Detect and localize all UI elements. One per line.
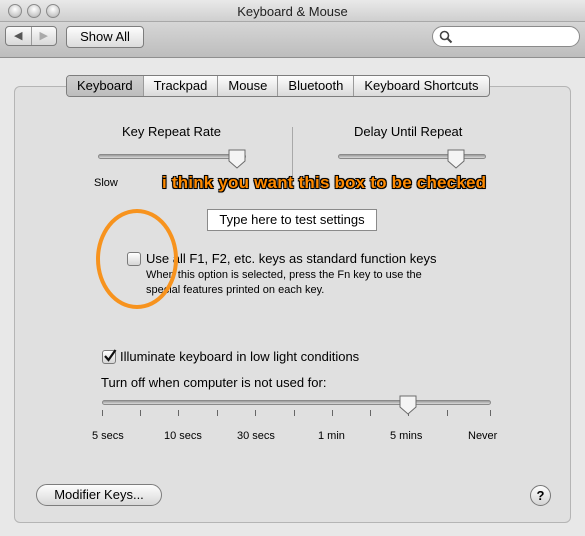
tab-keyboard-shortcuts[interactable]: Keyboard Shortcuts <box>353 76 488 96</box>
key-repeat-rate-label: Key Repeat Rate <box>122 124 222 139</box>
test-settings-field[interactable]: Type here to test settings <box>207 209 377 231</box>
tab-trackpad[interactable]: Trackpad <box>142 76 218 96</box>
annotation-circle <box>96 209 178 309</box>
forward-arrow-icon[interactable]: ▶ <box>30 27 57 45</box>
delay-until-repeat-slider-thumb[interactable] <box>447 149 465 169</box>
show-all-button[interactable]: Show All <box>66 26 144 48</box>
delay-until-repeat-label: Delay Until Repeat <box>354 124 463 139</box>
toolbar: ◀ ▶ Show All <box>0 22 585 58</box>
tick-label-never: Never <box>468 430 498 442</box>
modifier-keys-button[interactable]: Modifier Keys... <box>36 484 162 506</box>
tick-label-5-mins: 5 mins <box>390 430 423 442</box>
tick-label-1-min: 1 min <box>318 430 345 442</box>
annotation-text: i think you want this box to be checked <box>162 173 487 192</box>
illuminate-label: Illuminate keyboard in low light conditi… <box>120 349 360 364</box>
tick-label-30-secs: 30 secs <box>237 430 275 442</box>
search-field[interactable] <box>432 26 580 47</box>
illuminate-checkbox[interactable] <box>102 349 117 364</box>
title-bar: Keyboard & Mouse <box>0 0 585 22</box>
function-keys-description-line1: When this option is selected, press the … <box>146 269 422 281</box>
back-arrow-icon[interactable]: ◀ <box>6 27 31 45</box>
slider-divider <box>292 127 293 177</box>
turn-off-ticks <box>102 410 491 416</box>
turn-off-slider[interactable] <box>102 400 491 405</box>
function-keys-label: Use all F1, F2, etc. keys as standard fu… <box>146 251 437 266</box>
slow-label: Slow <box>94 177 118 189</box>
checkmark-icon <box>104 349 117 362</box>
tab-bluetooth[interactable]: Bluetooth <box>277 76 353 96</box>
function-keys-description-line2: special features printed on each key. <box>146 284 325 296</box>
back-forward-control[interactable]: ◀ ▶ <box>5 26 57 46</box>
tab-keyboard[interactable]: Keyboard <box>67 76 143 96</box>
window-title: Keyboard & Mouse <box>237 4 348 19</box>
tick-label-10-secs: 10 secs <box>164 430 202 442</box>
tab-bar: Keyboard Trackpad Mouse Bluetooth Keyboa… <box>66 75 490 97</box>
help-button[interactable]: ? <box>530 485 551 506</box>
key-repeat-rate-slider[interactable] <box>98 154 246 159</box>
turn-off-label: Turn off when computer is not used for: <box>101 375 327 390</box>
search-icon <box>439 30 453 44</box>
key-repeat-rate-slider-thumb[interactable] <box>228 149 246 169</box>
turn-off-slider-thumb[interactable] <box>399 395 417 415</box>
tick-label-5-secs: 5 secs <box>92 430 124 442</box>
tab-mouse[interactable]: Mouse <box>217 76 277 96</box>
